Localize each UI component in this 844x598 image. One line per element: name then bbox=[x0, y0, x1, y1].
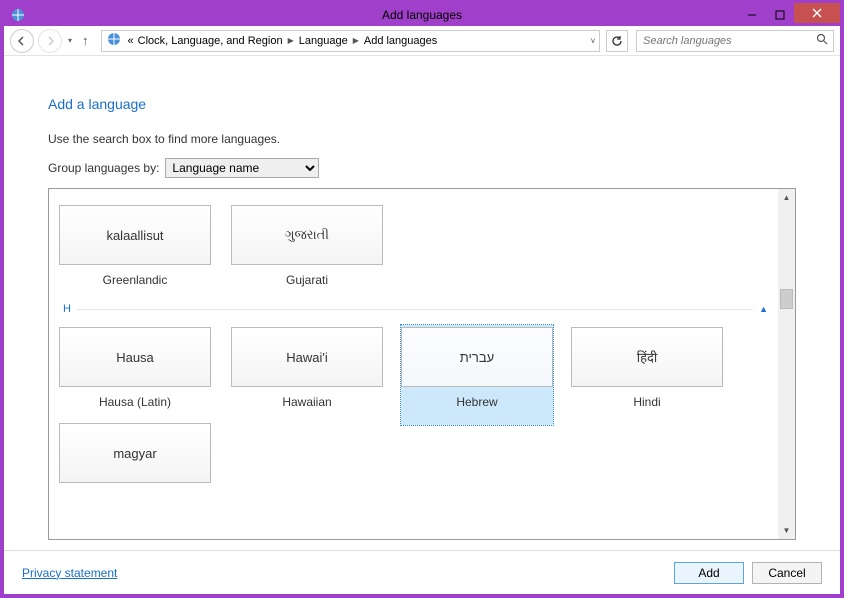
address-dropdown-icon[interactable]: v bbox=[591, 36, 595, 45]
language-tile-hausa[interactable]: Hausa Hausa (Latin) bbox=[59, 327, 211, 423]
tile-english-name: Hawaiian bbox=[282, 395, 331, 409]
chevron-right-icon[interactable]: ▶ bbox=[353, 36, 359, 45]
scroll-down-icon[interactable]: ▼ bbox=[778, 522, 795, 539]
search-icon[interactable] bbox=[811, 33, 833, 48]
scroll-up-icon[interactable]: ▲ bbox=[778, 189, 795, 206]
collapse-icon[interactable]: ▲ bbox=[759, 304, 768, 314]
language-tile-gujarati[interactable]: ગુજરાતી Gujarati bbox=[231, 205, 383, 301]
navigation-row: ▾ ↑ « Clock, Language, and Region ▶ Lang… bbox=[4, 26, 840, 56]
language-tile-hungarian[interactable]: magyar bbox=[59, 423, 211, 505]
language-tile-hebrew[interactable]: עברית Hebrew bbox=[401, 325, 553, 425]
tile-english-name: Hebrew bbox=[456, 395, 497, 409]
language-list: kalaallisut Greenlandic ગુજરાતી Gujarati… bbox=[48, 188, 796, 540]
address-bar[interactable]: « Clock, Language, and Region ▶ Language… bbox=[101, 30, 600, 52]
section-letter: H bbox=[63, 303, 71, 315]
cancel-button[interactable]: Cancel bbox=[752, 562, 822, 584]
language-tile-hawaiian[interactable]: Hawai'i Hawaiian bbox=[231, 327, 383, 423]
back-button[interactable] bbox=[10, 29, 34, 53]
tile-native-name: עברית bbox=[401, 327, 553, 387]
scroll-thumb[interactable] bbox=[780, 289, 793, 309]
privacy-link[interactable]: Privacy statement bbox=[22, 566, 117, 580]
breadcrumb-item[interactable]: Add languages bbox=[362, 35, 439, 47]
breadcrumb-prefix: « bbox=[126, 35, 136, 47]
breadcrumb-item[interactable]: Clock, Language, and Region bbox=[136, 35, 285, 47]
language-tile-greenlandic[interactable]: kalaallisut Greenlandic bbox=[59, 205, 211, 301]
tile-native-name: kalaallisut bbox=[59, 205, 211, 265]
location-icon bbox=[106, 31, 122, 50]
minimize-button[interactable] bbox=[738, 5, 766, 25]
tile-native-name: हिंदी bbox=[571, 327, 723, 387]
section-rule bbox=[77, 309, 753, 310]
group-by-select[interactable]: Language name bbox=[165, 158, 319, 178]
group-by-label: Group languages by: bbox=[48, 161, 159, 175]
language-tile-hindi[interactable]: हिंदी Hindi bbox=[571, 327, 723, 423]
footer: Privacy statement Add Cancel bbox=[4, 550, 840, 594]
search-box[interactable] bbox=[636, 30, 834, 52]
tile-native-name: magyar bbox=[59, 423, 211, 483]
section-header-h[interactable]: H ▲ bbox=[63, 303, 768, 315]
refresh-button[interactable] bbox=[606, 30, 628, 52]
close-button[interactable] bbox=[794, 3, 840, 23]
tile-english-name: Greenlandic bbox=[103, 273, 168, 287]
tile-english-name: Gujarati bbox=[286, 273, 328, 287]
tile-english-name: Hindi bbox=[633, 395, 660, 409]
titlebar[interactable]: Add languages bbox=[4, 4, 840, 26]
app-icon bbox=[10, 7, 26, 23]
add-button[interactable]: Add bbox=[674, 562, 744, 584]
page-title: Add a language bbox=[48, 96, 796, 112]
breadcrumb-item[interactable]: Language bbox=[297, 35, 350, 47]
vertical-scrollbar[interactable]: ▲ ▼ bbox=[778, 189, 795, 539]
forward-button bbox=[38, 29, 62, 53]
chevron-right-icon[interactable]: ▶ bbox=[288, 36, 294, 45]
maximize-button[interactable] bbox=[766, 5, 794, 25]
tile-native-name: ગુજરાતી bbox=[231, 205, 383, 265]
instruction-text: Use the search box to find more language… bbox=[48, 132, 796, 146]
search-input[interactable] bbox=[637, 35, 811, 47]
tile-english-name: Hausa (Latin) bbox=[99, 395, 171, 409]
up-button[interactable]: ↑ bbox=[78, 33, 93, 48]
tile-native-name: Hawai'i bbox=[231, 327, 383, 387]
window-title: Add languages bbox=[382, 8, 462, 22]
tile-native-name: Hausa bbox=[59, 327, 211, 387]
history-dropdown-icon[interactable]: ▾ bbox=[68, 36, 72, 45]
